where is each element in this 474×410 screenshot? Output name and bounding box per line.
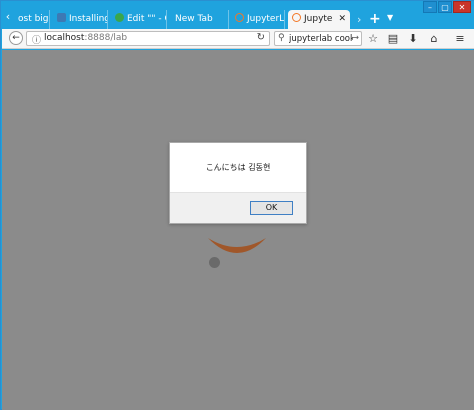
menu-hamburger-icon[interactable]: ≡ xyxy=(453,32,467,46)
url-path: :8888/lab xyxy=(84,33,128,43)
alert-dialog: こんにちは 김동현 OK xyxy=(169,142,307,224)
tab-label: ost bigo xyxy=(18,14,49,24)
tab-label: JupyterLa xyxy=(247,14,285,24)
minimize-icon[interactable]: – xyxy=(423,1,437,13)
url-bar[interactable]: ⓘ localhost:8888/lab ↻ xyxy=(26,31,270,46)
reading-list-icon[interactable]: ▤ xyxy=(386,32,400,46)
jupyter-icon xyxy=(292,13,301,22)
jupyter-logo-dot xyxy=(209,257,220,268)
navigation-bar: ← ⓘ localhost:8888/lab ↻ ⚲ → ☆ ▤ ⬇ ⌂ ≡ xyxy=(2,29,474,49)
tab-label: New Tab xyxy=(175,14,213,24)
tab-item[interactable]: JupyterLa xyxy=(231,10,285,29)
tab-item-active[interactable]: Jupyte ✕ xyxy=(288,10,350,29)
info-icon[interactable]: ⓘ xyxy=(32,33,41,46)
tab-scroll-left-icon[interactable]: ‹ xyxy=(3,10,13,24)
tab-strip: ‹ ost bigo Installing Edit "" - C New Ta… xyxy=(1,1,474,29)
list-all-tabs-icon[interactable]: ▼ xyxy=(387,13,393,22)
search-input[interactable] xyxy=(289,33,353,44)
tab-close-icon[interactable]: ✕ xyxy=(338,10,346,29)
chrome-icon xyxy=(115,13,124,22)
url-host: localhost xyxy=(44,33,85,43)
search-icon: ⚲ xyxy=(278,33,285,43)
back-arrow-icon[interactable]: ← xyxy=(9,31,23,45)
tab-item[interactable]: New Tab xyxy=(171,10,229,29)
home-icon[interactable]: ⌂ xyxy=(427,32,441,46)
maximize-icon[interactable]: ▢ xyxy=(438,1,452,13)
tab-label: Jupyte xyxy=(304,14,333,24)
browser-window: ‹ ost bigo Installing Edit "" - C New Ta… xyxy=(0,0,474,410)
search-bar[interactable]: ⚲ → xyxy=(274,31,362,46)
jupyter-icon xyxy=(235,13,244,22)
download-arrow-icon[interactable]: ⬇ xyxy=(406,32,420,46)
search-go-icon[interactable]: → xyxy=(352,33,359,42)
url-text: localhost:8888/lab xyxy=(44,33,127,43)
bookmark-star-icon[interactable]: ☆ xyxy=(366,32,380,46)
tab-item[interactable]: ost bigo xyxy=(14,10,50,29)
tab-label: Installing xyxy=(69,14,108,24)
page-content xyxy=(2,50,474,410)
dialog-message: こんにちは 김동현 xyxy=(205,163,271,172)
window-close-icon[interactable]: ✕ xyxy=(453,1,471,13)
python-icon xyxy=(57,13,66,22)
dialog-footer: OK xyxy=(170,192,306,223)
tab-item[interactable]: Edit "" - C xyxy=(111,10,167,29)
tab-item[interactable]: Installing xyxy=(53,10,108,29)
tab-scroll-right-icon[interactable]: › xyxy=(357,13,361,26)
window-controls: – ▢ ✕ xyxy=(422,1,471,13)
reload-icon[interactable]: ↻ xyxy=(257,32,265,43)
ok-button[interactable]: OK xyxy=(250,201,293,215)
new-tab-icon[interactable]: + xyxy=(369,10,381,28)
tab-label: Edit "" - C xyxy=(127,14,167,24)
